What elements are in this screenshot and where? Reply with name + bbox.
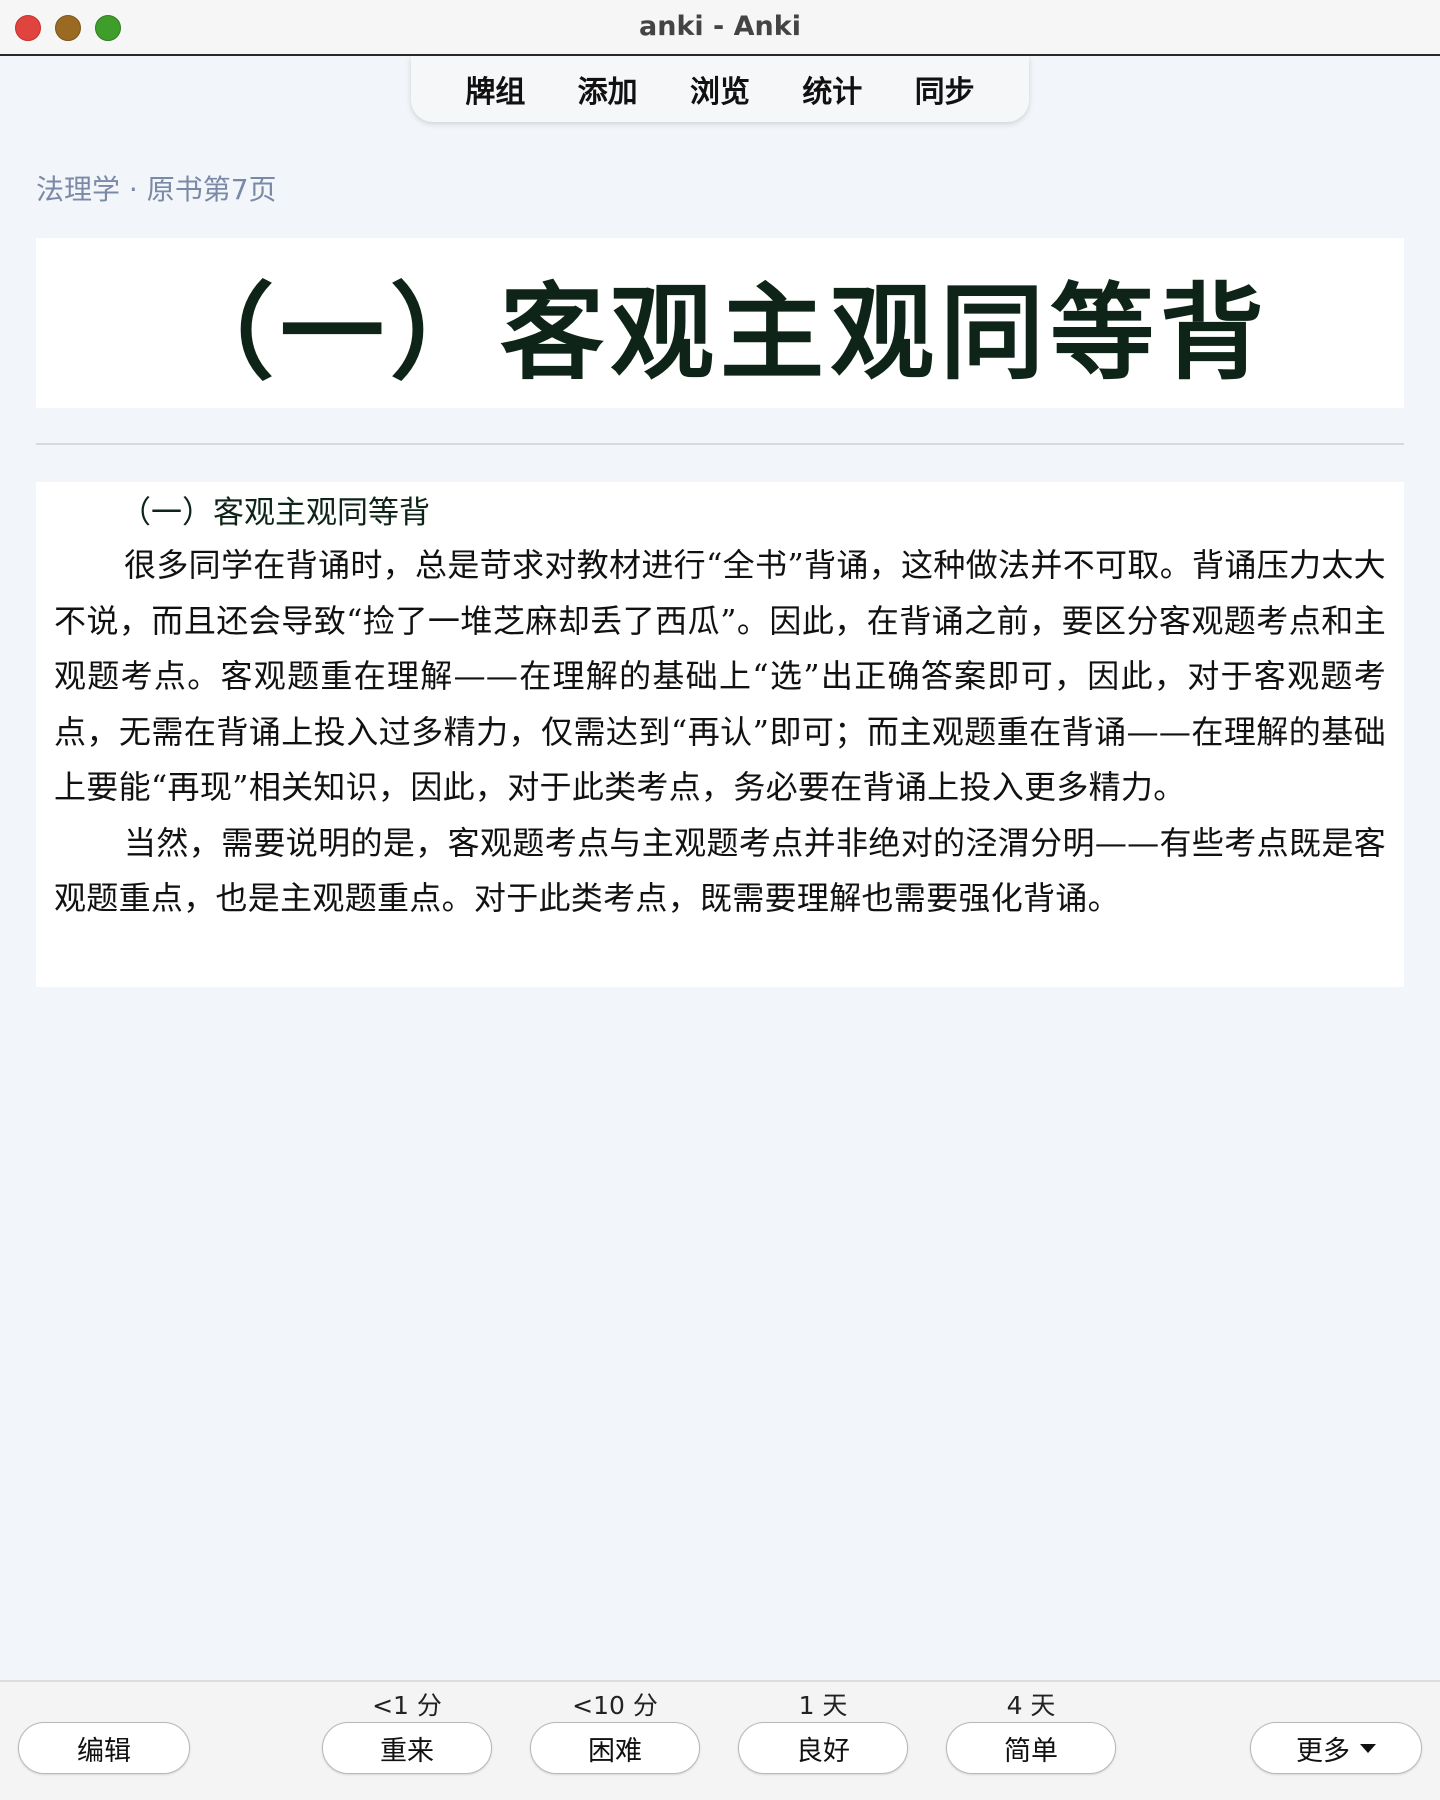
answer-separator bbox=[36, 443, 1404, 445]
passage-paragraph: 当然，需要说明的是，客观题考点与主观题考点并非绝对的泾渭分明——有些考点既是客观… bbox=[54, 823, 1386, 918]
more-button[interactable]: 更多 bbox=[1250, 1722, 1422, 1774]
passage-image: （一）客观主观同等背 很多同学在背诵时，总是苛求对教材进行“全书”背诵，这种做法… bbox=[36, 482, 1404, 987]
toolbar-decks[interactable]: 牌组 bbox=[455, 63, 535, 115]
deck-info: 法理学 · 原书第7页 bbox=[36, 173, 277, 206]
edit-button[interactable]: 编辑 bbox=[18, 1722, 190, 1774]
hard-interval: <10 分 bbox=[572, 1691, 658, 1720]
passage-paragraph: 很多同学在背诵时，总是苛求对教材进行“全书”背诵，这种做法并不可取。背诵压力太大… bbox=[54, 546, 1386, 806]
window-title: anki - Anki bbox=[639, 11, 801, 42]
again-interval: <1 分 bbox=[372, 1691, 442, 1720]
title-bar: anki - Anki bbox=[0, 0, 1440, 56]
again-button[interactable]: 重来 bbox=[322, 1722, 492, 1774]
good-interval: 1 天 bbox=[798, 1691, 848, 1720]
easy-interval: 4 天 bbox=[1006, 1691, 1056, 1720]
toolbar-browse[interactable]: 浏览 bbox=[680, 63, 760, 115]
heading-image: （一）客观主观同等背 bbox=[36, 238, 1404, 408]
toolbar-stats[interactable]: 统计 bbox=[792, 63, 872, 115]
good-button[interactable]: 良好 bbox=[738, 1722, 908, 1774]
heading-image-text: （一）客观主观同等背 bbox=[169, 270, 1270, 394]
easy-button[interactable]: 简单 bbox=[946, 1722, 1116, 1774]
answer-bar: 编辑 <1 分 重来 <10 分 困难 1 天 良好 4 天 简单 更多 bbox=[0, 1680, 1440, 1800]
chevron-down-icon bbox=[1360, 1743, 1376, 1753]
toolbar-add[interactable]: 添加 bbox=[568, 63, 648, 115]
more-button-label: 更多 bbox=[1296, 1735, 1350, 1767]
passage-title: （一）客观主观同等背 bbox=[120, 495, 430, 531]
anki-window: anki - Anki 牌组 添加 浏览 统计 同步 法理学 · 原书第7页 （… bbox=[0, 0, 1440, 1800]
toolbar-sync[interactable]: 同步 bbox=[905, 63, 985, 115]
main-toolbar: 牌组 添加 浏览 统计 同步 bbox=[411, 56, 1029, 122]
hard-button[interactable]: 困难 bbox=[530, 1722, 700, 1774]
